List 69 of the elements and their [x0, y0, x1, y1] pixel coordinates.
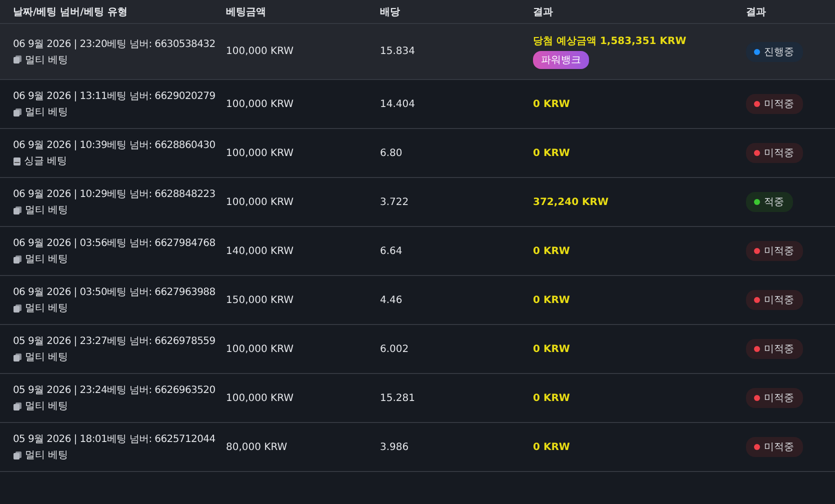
odds: 14.404	[380, 98, 416, 110]
odds: 15.281	[380, 392, 416, 404]
table-row[interactable]: 06 9월 2026 | 03:50베팅 넘버: 6627963988 멀티 베팅 150,000 KRW 4.46 0 KRW 미적중	[0, 276, 835, 325]
result-amount: 0 KRW	[533, 246, 570, 256]
table-row[interactable]: 06 9월 2026 | 13:11베팅 넘버: 6629020279 멀티 베팅 100,000 KRW 14.404 0 KRW 미적중	[0, 80, 835, 129]
status-label: 미적중	[764, 343, 794, 356]
bet-type: 싱글 베팅	[24, 155, 68, 168]
power-bank-tag: 파워뱅크	[533, 51, 589, 69]
bet-datetime: 06 9월 2026 | 03:50베팅 넘버: 6627963988	[13, 286, 216, 299]
bet-type: 멀티 베팅	[25, 204, 68, 217]
result-amount: 0 KRW	[533, 442, 570, 452]
bet-amount: 100,000 KRW	[226, 392, 295, 404]
bet-type: 멀티 베팅	[25, 400, 68, 413]
bet-datetime: 05 9월 2026 | 23:24베팅 넘버: 6626963520	[13, 384, 216, 397]
odds: 15.834	[380, 46, 416, 57]
odds: 6.80	[380, 148, 404, 158]
bet-type: 멀티 베팅	[25, 302, 68, 315]
table-row[interactable]: 06 9월 2026 | 03:56베팅 넘버: 6627984768 멀티 베팅 140,000 KRW 6.64 0 KRW 미적중	[0, 227, 835, 276]
bet-amount: 100,000 KRW	[226, 98, 295, 110]
bet-type: 멀티 베팅	[25, 351, 68, 364]
bet-type: 멀티 베팅	[25, 253, 68, 266]
status-label: 미적중	[764, 98, 794, 111]
bet-amount: 100,000 KRW	[226, 344, 295, 354]
status-label: 진행중	[764, 46, 794, 58]
column-header: 날짜/베팅 넘버/베팅 유형	[13, 6, 128, 18]
bet-amount: 140,000 KRW	[226, 246, 295, 256]
table-row[interactable]: 05 9월 2026 | 23:24베팅 넘버: 6626963520 멀티 베팅 100,000 KRW 15.281 0 KRW 미적중	[0, 374, 835, 423]
table-row[interactable]: 06 9월 2026 | 10:39베팅 넘버: 6628860430 싱글 베팅 100,000 KRW 6.80 0 KRW 미적중	[0, 129, 835, 178]
bet-type: 멀티 베팅	[25, 449, 68, 462]
status-label: 미적중	[764, 392, 794, 405]
odds: 6.002	[380, 344, 410, 354]
table-row[interactable]: 06 9월 2026 | 23:20베팅 넘버: 6630538432 멀티 베팅 100,000 KRW 15.834 당첨 예상금액 1,583,351 KRW 파워뱅크 진행중	[0, 24, 835, 80]
bet-amount: 100,000 KRW	[226, 46, 295, 57]
status-label: 미적중	[764, 294, 794, 307]
odds: 4.46	[380, 294, 404, 306]
bet-amount: 80,000 KRW	[226, 442, 288, 452]
table-row[interactable]: 06 9월 2026 | 10:29베팅 넘버: 6628848223 멀티 베팅 100,000 KRW 3.722 372,240 KRW 적중	[0, 178, 835, 227]
column-header: 결과	[533, 6, 554, 18]
column-header: 베팅금액	[226, 6, 267, 18]
odds: 3.722	[380, 196, 410, 208]
result-amount: 당첨 예상금액 1,583,351 KRW	[533, 35, 686, 48]
result-amount: 0 KRW	[533, 294, 570, 306]
bet-datetime: 06 9월 2026 | 13:11베팅 넘버: 6629020279	[13, 90, 216, 103]
bet-datetime: 06 9월 2026 | 23:20베팅 넘버: 6630538432	[13, 38, 216, 50]
bet-datetime: 05 9월 2026 | 18:01베팅 넘버: 6625712044	[13, 433, 216, 446]
status-label: 적중	[764, 196, 784, 209]
bet-datetime: 06 9월 2026 | 10:39베팅 넘버: 6628860430	[13, 139, 216, 152]
table-row[interactable]: 05 9월 2026 | 18:01베팅 넘버: 6625712044 멀티 베팅 80,000 KRW 3.986 0 KRW 미적중	[0, 423, 835, 472]
result-amount: 0 KRW	[533, 344, 570, 354]
table-row[interactable]: 05 9월 2026 | 23:27베팅 넘버: 6626978559 멀티 베팅 100,000 KRW 6.002 0 KRW 미적중	[0, 325, 835, 374]
result-amount: 0 KRW	[533, 98, 570, 110]
odds: 3.986	[380, 442, 410, 452]
bet-type: 멀티 베팅	[25, 106, 68, 119]
status-label: 미적중	[764, 441, 794, 454]
bet-datetime: 06 9월 2026 | 03:56베팅 넘버: 6627984768	[13, 237, 216, 250]
bet-amount: 100,000 KRW	[226, 148, 295, 158]
result-amount: 0 KRW	[533, 148, 570, 158]
bet-amount: 100,000 KRW	[226, 196, 295, 208]
bet-datetime: 06 9월 2026 | 10:29베팅 넘버: 6628848223	[13, 188, 216, 201]
column-header: 배당	[380, 6, 401, 18]
result-amount: 0 KRW	[533, 392, 570, 404]
bet-datetime: 05 9월 2026 | 23:27베팅 넘버: 6626978559	[13, 335, 216, 348]
result-amount: 372,240 KRW	[533, 196, 609, 208]
bet-amount: 150,000 KRW	[226, 294, 295, 306]
status-label: 미적중	[764, 147, 794, 160]
odds: 6.64	[380, 246, 404, 256]
bet-type: 멀티 베팅	[25, 54, 68, 66]
column-header: 결과	[746, 6, 767, 18]
status-label: 미적중	[764, 245, 794, 258]
